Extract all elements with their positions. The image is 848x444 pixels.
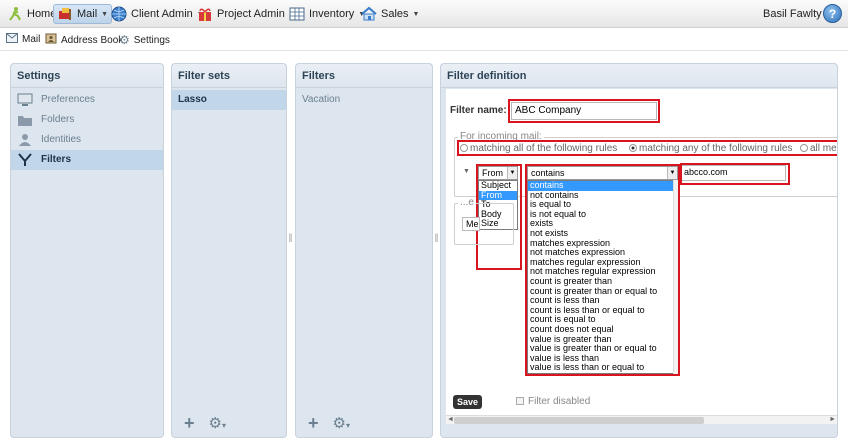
filter-icon bbox=[17, 153, 33, 167]
mail-envelope-icon bbox=[6, 33, 18, 46]
gift-icon bbox=[197, 6, 213, 22]
filter-item-label: Vacation bbox=[302, 94, 341, 105]
action-select[interactable]: Me bbox=[462, 217, 480, 231]
settings-item-label: Folders bbox=[41, 114, 75, 125]
save-button[interactable]: Save bbox=[453, 395, 483, 409]
filter-definition-body: Filter name: ABC Company For incoming ma… bbox=[446, 89, 837, 415]
address-book-icon bbox=[45, 33, 57, 47]
rule-value-highlight bbox=[680, 163, 790, 185]
inventory-label: Inventory bbox=[309, 8, 355, 20]
chevron-down-icon: ▼ bbox=[412, 10, 420, 18]
secondary-toolbar: Mail Address Book ⚙ Settings bbox=[0, 29, 848, 51]
main-area: Settings Preferences Folders Identities … bbox=[0, 52, 848, 444]
filter-sets-title: Filter sets bbox=[172, 64, 286, 88]
add-filter-button[interactable]: + bbox=[308, 413, 319, 434]
scrollbar-thumb[interactable] bbox=[454, 417, 704, 424]
house-icon bbox=[361, 6, 377, 22]
filter-set-item[interactable]: Lasso bbox=[172, 90, 286, 110]
address-book-link[interactable]: Address Book bbox=[45, 33, 123, 47]
top-navigation-bar: Home Mail ▼ Client Admin ▼ Project Admin… bbox=[0, 0, 848, 28]
action-select-value: Me bbox=[466, 219, 479, 229]
gear-icon: ⚙ bbox=[119, 33, 130, 47]
filters-actions-gear-icon[interactable]: ⚙▾ bbox=[333, 414, 350, 432]
globe-icon bbox=[111, 6, 127, 22]
settings-item-label: Identities bbox=[41, 134, 82, 145]
horizontal-scrollbar[interactable]: ◄ ► bbox=[446, 415, 837, 424]
filter-disabled-checkbox[interactable]: Filter disabled bbox=[516, 396, 590, 407]
add-filter-set-button[interactable]: + bbox=[184, 413, 195, 434]
filter-disabled-label: Filter disabled bbox=[528, 396, 591, 407]
match-mode-highlight bbox=[457, 140, 837, 156]
filter-definition-panel: Filter definition Filter name: ABC Compa… bbox=[440, 63, 838, 438]
home-runner-icon bbox=[7, 6, 23, 22]
filter-name-highlight bbox=[508, 99, 660, 123]
person-icon bbox=[17, 133, 33, 147]
folder-icon bbox=[17, 113, 33, 127]
actions-legend: ...e bbox=[458, 197, 476, 208]
settings-link-label: Settings bbox=[133, 34, 170, 46]
sales-label: Sales bbox=[381, 8, 409, 20]
scroll-right-icon[interactable]: ► bbox=[829, 416, 836, 423]
checkbox-icon bbox=[516, 397, 524, 406]
mail-link[interactable]: Mail bbox=[6, 33, 40, 46]
filter-definition-title: Filter definition bbox=[441, 64, 837, 88]
grid-table-icon bbox=[289, 6, 305, 22]
project-admin-label: Project Admin bbox=[217, 8, 285, 20]
filters-panel: Filters Vacation + ⚙▾ bbox=[295, 63, 433, 438]
settings-panel: Settings Preferences Folders Identities … bbox=[10, 63, 164, 438]
filter-sets-actions-gear-icon[interactable]: ⚙▾ bbox=[209, 414, 226, 432]
operator-dropdown-highlight bbox=[525, 164, 680, 376]
settings-panel-title: Settings bbox=[11, 64, 163, 88]
settings-item-label: Preferences bbox=[41, 94, 95, 105]
mail-menu-label: Mail bbox=[77, 8, 98, 20]
help-icon[interactable]: ? bbox=[823, 4, 842, 23]
filter-set-label: Lasso bbox=[178, 94, 207, 105]
splitter-handle[interactable]: || bbox=[433, 232, 439, 250]
splitter-handle[interactable]: || bbox=[287, 232, 293, 250]
user-name: Basil Fawlty bbox=[763, 8, 822, 20]
mail-link-label: Mail bbox=[22, 34, 41, 45]
home-menu[interactable]: Home bbox=[4, 4, 59, 24]
panel-footer bbox=[441, 424, 837, 437]
settings-item-identities[interactable]: Identities bbox=[11, 130, 163, 150]
settings-item-label: Filters bbox=[41, 154, 72, 165]
filter-sets-footer: + ⚙▾ bbox=[172, 409, 286, 437]
scroll-left-icon[interactable]: ◄ bbox=[447, 416, 454, 423]
mail-menu[interactable]: Mail ▼ bbox=[53, 4, 113, 24]
rule-collapse-icon[interactable]: ▼ bbox=[463, 168, 470, 175]
filter-item[interactable]: Vacation bbox=[296, 90, 432, 110]
home-label: Home bbox=[27, 8, 57, 20]
filter-name-label: Filter name: bbox=[450, 105, 507, 116]
client-admin-label: Client Admin bbox=[131, 8, 193, 20]
inventory-menu[interactable]: Inventory ▼ bbox=[286, 4, 368, 24]
filters-title: Filters bbox=[296, 64, 432, 88]
filter-sets-panel: Filter sets Lasso + ⚙▾ bbox=[171, 63, 287, 438]
filters-footer: + ⚙▾ bbox=[296, 409, 432, 437]
monitor-icon bbox=[17, 93, 33, 107]
client-admin-menu[interactable]: Client Admin ▼ bbox=[108, 4, 207, 24]
project-admin-menu[interactable]: Project Admin ▼ bbox=[194, 4, 299, 24]
address-book-label: Address Book bbox=[61, 34, 124, 46]
settings-item-preferences[interactable]: Preferences bbox=[11, 90, 163, 110]
sales-menu[interactable]: Sales ▼ bbox=[358, 4, 422, 24]
settings-link[interactable]: ⚙ Settings bbox=[119, 33, 170, 47]
settings-item-folders[interactable]: Folders bbox=[11, 110, 163, 130]
settings-item-filters[interactable]: Filters bbox=[11, 150, 163, 170]
mailbox-icon bbox=[57, 6, 73, 22]
